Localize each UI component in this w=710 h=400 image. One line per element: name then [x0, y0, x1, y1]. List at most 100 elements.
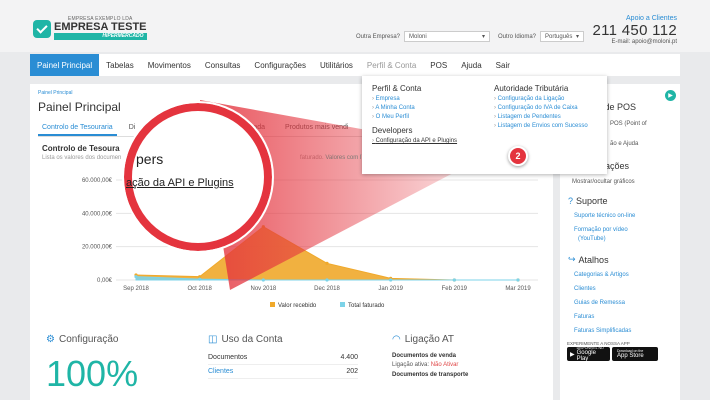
question-icon: ?: [568, 196, 574, 206]
menu-item[interactable]: Movimentos: [141, 54, 198, 76]
shortcut-link[interactable]: Clientes: [574, 286, 596, 292]
x-tick-label: Nov 2018: [250, 286, 276, 292]
at-card-title: Ligação AT: [404, 334, 455, 345]
gear-icon: ⚙: [46, 334, 55, 345]
support-link[interactable]: Apoio a Clientes: [593, 15, 677, 22]
support-phone: 211 450 112: [592, 22, 677, 39]
legend-swatch: [340, 302, 345, 307]
dropdown-item-company[interactable]: Empresa: [372, 96, 457, 102]
series-point: [261, 225, 265, 229]
logo-check-icon: [33, 19, 51, 38]
dashboard-icon: ◫: [208, 334, 218, 345]
dropdown-item-pending-list[interactable]: Listagem de Pendentes: [494, 114, 588, 120]
x-tick-label: Dec 2018: [314, 286, 340, 292]
section-title: Controlo de Tesoura: [42, 144, 120, 153]
y-tick-label: 0,00€: [97, 278, 113, 284]
treasury-chart: 0,00€ 20.000,00€ 40.000,00€ 60.000,00€ Sep 2…: [38, 172, 553, 317]
at-sales-heading: Documentos de venda: [392, 353, 457, 359]
x-tick-label: Feb 2019: [442, 286, 468, 292]
series-point: [134, 275, 138, 279]
at-activate-link[interactable]: Ativar: [443, 362, 458, 368]
dropdown-item-api-plugins[interactable]: Configuração da API e Plugins: [372, 138, 457, 144]
menu-item[interactable]: POS: [423, 54, 454, 76]
video-training-link[interactable]: Formação por vídeo: [574, 227, 628, 233]
series-area: [135, 226, 518, 281]
dropdown-item-vat-config[interactable]: Configuração do IVA de Caixa: [494, 105, 588, 111]
dropdown-item-profile[interactable]: O Meu Perfil: [372, 114, 457, 120]
shortcut-link[interactable]: Categorias & Artigos: [574, 272, 629, 278]
dropdown-item-success-list[interactable]: Listagem de Envios com Sucesso: [494, 123, 588, 129]
shortcut-link[interactable]: Faturas Simplificadas: [574, 328, 631, 334]
menu-item[interactable]: Configurações: [247, 54, 313, 76]
treasury-chart-svg: 0,00€ 20.000,00€ 40.000,00€ 60.000,00€ Sep 2…: [82, 178, 538, 309]
series-point: [452, 278, 456, 282]
support-block: Apoio a Clientes 211 450 112 E-mail: apo…: [593, 15, 678, 45]
tab[interactable]: Produtos mais vendi: [281, 121, 352, 136]
menu-item[interactable]: Tabelas: [99, 54, 141, 76]
x-tick-label: Oct 2018: [187, 286, 212, 292]
shortcut-link[interactable]: Guias de Remessa: [574, 300, 625, 306]
app-store-button[interactable]: Download on the App Store: [612, 347, 658, 361]
usage-row: Clientes 202: [208, 365, 358, 379]
series-point: [325, 261, 329, 265]
chevron-down-icon: ▾: [482, 34, 486, 40]
company-selector: Outra Empresa? Moloni ▾: [356, 31, 491, 42]
clients-link[interactable]: Clientes: [208, 368, 233, 375]
x-tick-label: Mar 2019: [505, 286, 531, 292]
dropdown-col-profile: Perfil & Conta Empresa A Minha Conta O M…: [372, 84, 457, 147]
dropdown-item-connection-config[interactable]: Configuração da Ligação: [494, 96, 588, 102]
account-usage-card: ◫ Uso da Conta Documentos 4.400 Clientes …: [208, 334, 358, 379]
menu-item[interactable]: Consultas: [198, 54, 248, 76]
usage-row: Documentos 4.400: [208, 351, 358, 365]
menu-item[interactable]: Painel Principal: [30, 54, 100, 76]
x-tick-label: Jan 2019: [378, 286, 403, 292]
step-badge: 2: [508, 146, 528, 166]
play-store-icon: ▶: [570, 351, 575, 358]
page-title: Painel Principal: [38, 100, 121, 114]
series-point: [325, 278, 329, 282]
play-icon[interactable]: ▶: [665, 90, 676, 101]
logo-name: EMPRESA TESTE: [54, 21, 147, 33]
language-dropdown[interactable]: Português ▾: [540, 31, 585, 42]
google-play-button[interactable]: ▶ DISPONÍVEL NO Google Play: [567, 346, 610, 362]
magnified-api-link-text: ação da API e Plugins: [126, 177, 234, 189]
section-subtitle: Lista os valores dos documen: [42, 155, 122, 161]
menu-item[interactable]: Perfil & Conta: [360, 54, 423, 76]
dropdown-col-tax-authority: Autoridade Tributária Configuração da Li…: [494, 84, 588, 132]
toggle-charts-link[interactable]: Mostrar/ocultar gráficos: [572, 179, 635, 185]
shortcuts-title: ↪ Atalhos: [568, 254, 609, 265]
support-email: E-mail: apoio@moloni.pt: [611, 39, 677, 45]
language-selector: Outro Idioma? Português ▾: [498, 31, 585, 42]
shortcut-link[interactable]: Faturas: [574, 314, 594, 320]
config-card: ⚙ Configuração 100%: [46, 334, 138, 395]
chevron-down-icon: ▾: [576, 34, 580, 40]
company-logo[interactable]: EMPRESA EXEMPLO LDA EMPRESA TESTE HIPERM…: [33, 17, 147, 40]
series-point: [516, 278, 520, 282]
breadcrumb[interactable]: Painel Principal: [38, 90, 72, 96]
at-status-value: Não: [430, 362, 442, 368]
top-bar: EMPRESA EXEMPLO LDA EMPRESA TESTE HIPERM…: [0, 0, 710, 52]
usage-card-title: Uso da Conta: [221, 334, 283, 345]
tab[interactable]: Di: [125, 121, 140, 136]
tab[interactable]: ada: [249, 121, 269, 136]
legend-label: Valor recebido: [278, 303, 317, 309]
legend-label: Total faturado: [348, 303, 385, 309]
online-support-link[interactable]: Suporte técnico on-line: [574, 213, 635, 219]
series-point: [261, 278, 265, 282]
menu-item[interactable]: Ajuda: [454, 54, 488, 76]
menu-item[interactable]: Sair: [489, 54, 517, 76]
dropdown-item-account[interactable]: A Minha Conta: [372, 105, 457, 111]
logo-tag: HIPERMERCADO: [54, 33, 147, 40]
dropdown-heading-profile: Perfil & Conta: [372, 84, 422, 93]
at-status-row: Ligação ativa: Não Ativar: [392, 362, 459, 368]
wifi-icon: ◠: [392, 334, 401, 345]
company-dropdown[interactable]: Moloni ▾: [404, 31, 491, 42]
config-percent: 100%: [46, 353, 139, 394]
tab[interactable]: Controlo de Tesouraria: [38, 121, 117, 136]
pos-help[interactable]: ão e Ajuda: [610, 141, 638, 147]
language-selector-label: Outro Idioma?: [498, 33, 537, 40]
menu-item[interactable]: Utilitários: [313, 54, 360, 76]
main-menu: Painel Principal Tabelas Movimentos Consult…: [30, 54, 680, 76]
legend-swatch: [270, 302, 275, 307]
pos-text: POS (Point of: [610, 121, 647, 127]
